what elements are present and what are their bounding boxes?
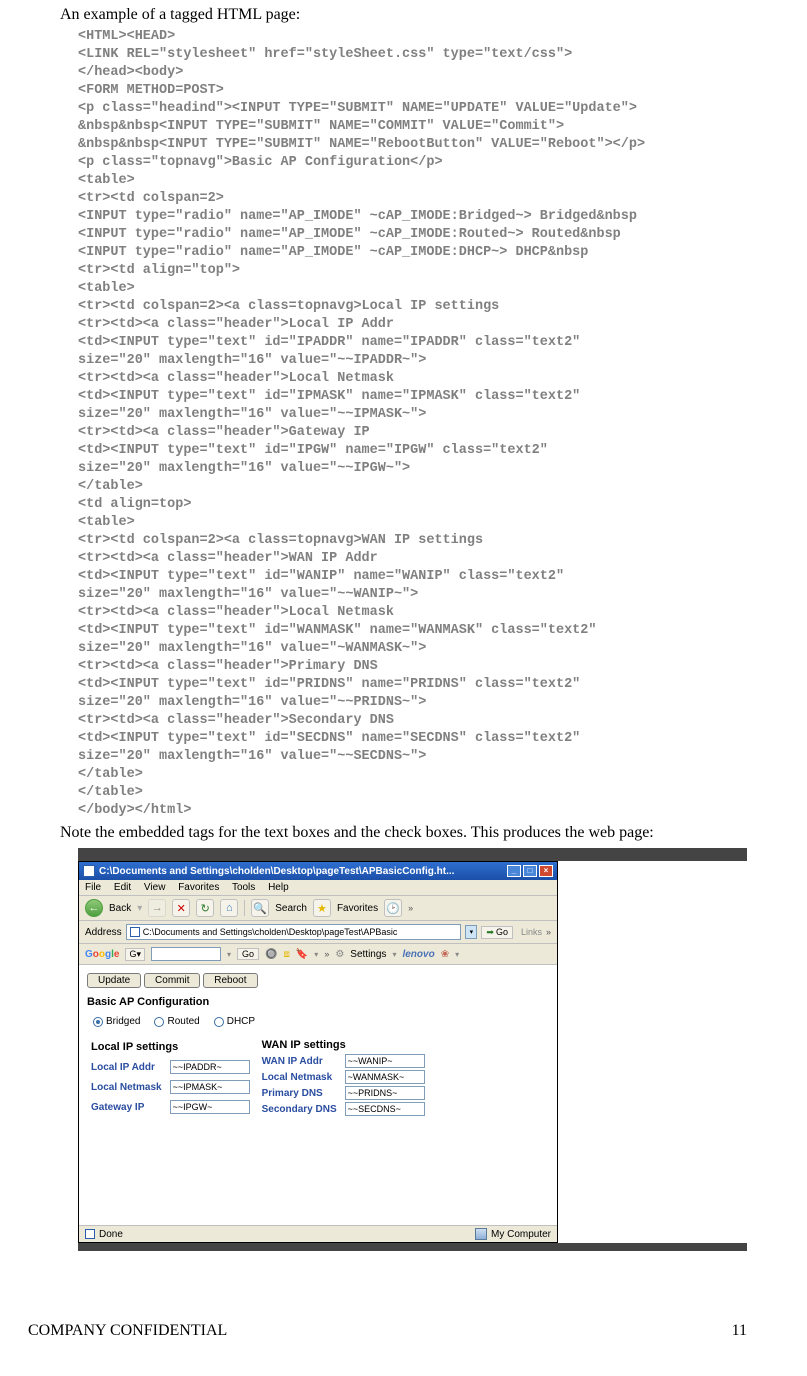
wan-ip-title: WAN IP settings bbox=[258, 1037, 429, 1053]
commit-button[interactable]: Commit bbox=[144, 973, 200, 988]
menu-file[interactable]: File bbox=[85, 882, 101, 893]
back-label[interactable]: Back bbox=[109, 903, 131, 914]
radio-icon bbox=[93, 1017, 103, 1027]
ipgw-input[interactable] bbox=[170, 1100, 250, 1114]
radio-dhcp[interactable]: DHCP bbox=[214, 1016, 255, 1027]
google-g-button[interactable]: G▾ bbox=[125, 948, 145, 961]
status-bar: Done My Computer bbox=[79, 1225, 557, 1242]
field-label: Primary DNS bbox=[258, 1085, 341, 1101]
reboot-button[interactable]: Reboot bbox=[203, 973, 257, 988]
minimize-button[interactable]: _ bbox=[507, 865, 521, 877]
stop-button[interactable]: ✕ bbox=[172, 899, 190, 917]
radio-icon bbox=[154, 1017, 164, 1027]
radio-icon bbox=[214, 1017, 224, 1027]
update-button[interactable]: Update bbox=[87, 973, 141, 988]
desktop-background-bottom bbox=[78, 1243, 747, 1251]
google-settings-label[interactable]: Settings bbox=[350, 949, 386, 960]
ipaddr-input[interactable] bbox=[170, 1060, 250, 1074]
status-zone: My Computer bbox=[491, 1229, 551, 1240]
google-end-icon[interactable]: ❀ bbox=[441, 949, 449, 960]
favorites-icon[interactable]: ★ bbox=[313, 899, 331, 917]
home-button[interactable]: ⌂ bbox=[220, 899, 238, 917]
field-label: Local Netmask bbox=[258, 1069, 341, 1085]
my-computer-icon bbox=[475, 1228, 487, 1240]
browser-window: C:\Documents and Settings\cholden\Deskto… bbox=[78, 861, 558, 1243]
menu-view[interactable]: View bbox=[144, 882, 166, 893]
google-toolbar: Google G▾ ▾ Go 🔘 ⧈ 🔖 ▾ » ⚙ Settings▾ len… bbox=[79, 944, 557, 965]
html-code-block: <HTML><HEAD> <LINK REL="stylesheet" href… bbox=[60, 28, 747, 820]
confidential-label: COMPANY CONFIDENTIAL bbox=[28, 1322, 732, 1340]
menu-edit[interactable]: Edit bbox=[114, 882, 131, 893]
ie-icon bbox=[83, 865, 95, 877]
field-label: Local IP Addr bbox=[87, 1057, 166, 1077]
google-go-button[interactable]: Go bbox=[237, 948, 259, 960]
menu-favorites[interactable]: Favorites bbox=[178, 882, 219, 893]
address-input[interactable]: C:\Documents and Settings\cholden\Deskto… bbox=[126, 924, 462, 940]
toolbar: ← Back ▾ → ✕ ↻ ⌂ 🔍 Search ★ Favorites 🕑 … bbox=[79, 896, 557, 921]
links-chevron-icon[interactable]: » bbox=[546, 927, 551, 937]
secdns-input[interactable] bbox=[345, 1102, 425, 1116]
note-text: Note the embedded tags for the text boxe… bbox=[60, 824, 747, 842]
window-title-bar[interactable]: C:\Documents and Settings\cholden\Deskto… bbox=[79, 862, 557, 880]
menu-help[interactable]: Help bbox=[268, 882, 289, 893]
google-icon-3[interactable]: 🔖 bbox=[296, 949, 308, 960]
wanmask-input[interactable] bbox=[345, 1070, 425, 1084]
lenovo-logo: lenovo bbox=[402, 949, 434, 960]
pridns-input[interactable] bbox=[345, 1086, 425, 1100]
radio-routed[interactable]: Routed bbox=[154, 1016, 199, 1027]
page-icon bbox=[130, 927, 140, 937]
close-button[interactable]: × bbox=[539, 865, 553, 877]
search-label[interactable]: Search bbox=[275, 903, 307, 914]
wanip-input[interactable] bbox=[345, 1054, 425, 1068]
page-number: 11 bbox=[732, 1322, 747, 1340]
table-row: Gateway IP bbox=[87, 1097, 254, 1117]
table-row: Primary DNS bbox=[258, 1085, 429, 1101]
intro-text: An example of a tagged HTML page: bbox=[60, 6, 747, 24]
config-heading: Basic AP Configuration bbox=[87, 996, 549, 1008]
history-icon[interactable]: 🕑 bbox=[384, 899, 402, 917]
field-label: Secondary DNS bbox=[258, 1101, 341, 1117]
links-label[interactable]: Links bbox=[521, 927, 542, 937]
radio-bridged[interactable]: Bridged bbox=[93, 1016, 140, 1027]
maximize-button[interactable]: □ bbox=[523, 865, 537, 877]
back-button[interactable]: ← bbox=[85, 899, 103, 917]
menu-bar: File Edit View Favorites Tools Help bbox=[79, 880, 557, 896]
local-ip-title: Local IP settings bbox=[87, 1037, 254, 1057]
google-logo[interactable]: Google bbox=[85, 949, 119, 960]
table-row: Secondary DNS bbox=[258, 1101, 429, 1117]
google-settings-icon[interactable]: ⚙ bbox=[335, 949, 344, 960]
address-label: Address bbox=[85, 927, 122, 938]
favorites-label[interactable]: Favorites bbox=[337, 903, 378, 914]
table-row: Local IP Addr bbox=[87, 1057, 254, 1077]
field-label: Local Netmask bbox=[87, 1077, 166, 1097]
table-row: WAN IP Addr bbox=[258, 1053, 429, 1069]
google-icon-2[interactable]: ⧈ bbox=[283, 949, 289, 960]
address-bar: Address C:\Documents and Settings\cholde… bbox=[79, 921, 557, 944]
forward-button: → bbox=[148, 899, 166, 917]
refresh-button[interactable]: ↻ bbox=[196, 899, 214, 917]
field-label: WAN IP Addr bbox=[258, 1053, 341, 1069]
desktop-background-top bbox=[78, 848, 747, 861]
search-icon[interactable]: 🔍 bbox=[251, 899, 269, 917]
window-title: C:\Documents and Settings\cholden\Deskto… bbox=[99, 866, 503, 877]
google-chevron-icon[interactable]: » bbox=[324, 949, 329, 959]
toolbar-chevron-icon[interactable]: » bbox=[408, 903, 413, 913]
page-content: Update Commit Reboot Basic AP Configurat… bbox=[79, 965, 557, 1225]
local-ip-table: Local IP settings Local IP Addr Local Ne… bbox=[87, 1037, 254, 1117]
wan-ip-table: WAN IP settings WAN IP Addr Local Netmas… bbox=[258, 1037, 429, 1117]
address-dropdown-icon[interactable]: ▾ bbox=[465, 925, 477, 939]
done-icon bbox=[85, 1229, 95, 1239]
google-icon-1[interactable]: 🔘 bbox=[265, 949, 277, 960]
go-button[interactable]: ➡Go bbox=[481, 926, 513, 939]
menu-tools[interactable]: Tools bbox=[232, 882, 255, 893]
page-footer: COMPANY CONFIDENTIAL 11 bbox=[28, 1322, 747, 1340]
status-done: Done bbox=[99, 1229, 123, 1240]
address-text: C:\Documents and Settings\cholden\Deskto… bbox=[143, 927, 398, 937]
field-label: Gateway IP bbox=[87, 1097, 166, 1117]
google-search-input[interactable] bbox=[151, 947, 221, 961]
table-row: Local Netmask bbox=[87, 1077, 254, 1097]
table-row: Local Netmask bbox=[258, 1069, 429, 1085]
ipmask-input[interactable] bbox=[170, 1080, 250, 1094]
